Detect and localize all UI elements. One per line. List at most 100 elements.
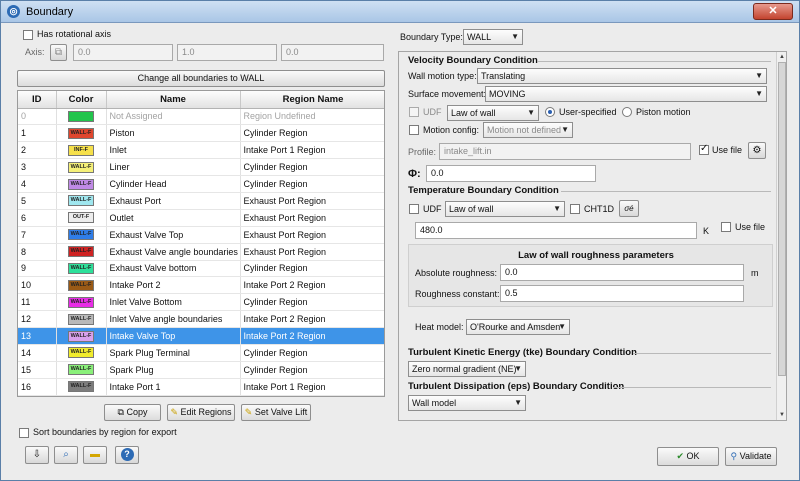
temperature-use-file-checkbox[interactable] [721, 222, 731, 232]
table-row[interactable]: 16 WALL-F Intake Port 1 Intake Port 1 Regio… [18, 378, 384, 396]
table-row[interactable]: 13 WALL-F Intake Valve Top Intake Port 2 Re… [18, 327, 384, 345]
table-row[interactable]: 8 WALL-F Exhaust Valve angle boundaries Exh… [18, 243, 384, 261]
table-row[interactable]: 2 INF-F Inlet Intake Port 1 Region [18, 141, 384, 160]
section-divider [613, 387, 771, 388]
color-swatch[interactable]: WALL-F [68, 195, 94, 207]
heat-model-select[interactable]: O'Rourke and Amsden ▼ [466, 319, 570, 335]
color-swatch[interactable]: WALL-F [68, 364, 94, 376]
cht1d-checkbox[interactable] [570, 204, 580, 214]
table-row[interactable]: 10 WALL-F Intake Port 2 Intake Port 2 Regio… [18, 276, 384, 295]
edit-regions-button[interactable]: ✎ Edit Regions [167, 404, 235, 421]
copy-button[interactable]: ⧉ Copy [104, 404, 161, 421]
table-row[interactable]: 14 WALL-F Spark Plug Terminal Cylinder Regi… [18, 344, 384, 362]
velocity-use-file-checkbox[interactable] [699, 143, 709, 155]
scroll-up-icon[interactable]: ▲ [777, 52, 787, 62]
axis-copy-icon[interactable]: ⧉ [50, 44, 67, 61]
velocity-law-select[interactable]: Law of wall ▼ [447, 105, 539, 121]
phi-input[interactable]: 0.0 [426, 165, 596, 182]
table-row[interactable]: 1 WALL-F Piston Cylinder Region [18, 124, 384, 143]
folder-icon[interactable]: ▬ [83, 446, 107, 464]
wall-motion-select[interactable]: Translating ▼ [477, 68, 767, 84]
cht1d-label: CHT1D [584, 204, 615, 214]
close-icon: ✕ [768, 5, 778, 17]
user-specified-radio[interactable] [545, 107, 555, 117]
velocity-udf-checkbox[interactable] [409, 107, 419, 117]
table-header: ID Color Name Region Name [18, 91, 384, 109]
motion-config-select[interactable]: Motion not defined ▼ [483, 122, 573, 138]
validate-button[interactable]: ⚲ Validate [725, 447, 777, 466]
color-swatch[interactable]: WALL-F [68, 127, 94, 139]
table-row[interactable]: 5 WALL-F Exhaust Port Exhaust Port Region [18, 192, 384, 210]
color-swatch[interactable]: INF-F [68, 144, 94, 156]
rotational-axis-checkbox[interactable] [23, 30, 33, 40]
column-header-region[interactable]: Region Name [240, 91, 384, 109]
row-color: WALL-F [56, 310, 107, 329]
color-swatch[interactable]: WALL-F [68, 347, 94, 359]
browse-file-icon[interactable]: ⚙ [748, 142, 766, 159]
color-swatch[interactable]: WALL-F [68, 296, 94, 308]
color-swatch[interactable] [68, 110, 94, 122]
import-icon[interactable]: ⇩ [25, 446, 49, 464]
cht1d-settings-icon[interactable]: σé [619, 200, 639, 217]
row-color: WALL-F [56, 361, 107, 379]
chevron-down-icon: ▼ [514, 364, 522, 373]
close-button[interactable]: ✕ [753, 3, 793, 20]
table-row[interactable]: 6 OUT-F Outlet Exhaust Port Region [18, 209, 384, 227]
eps-select[interactable]: Wall model ▼ [408, 395, 526, 411]
table-row[interactable]: 4 WALL-F Cylinder Head Cylinder Region [18, 175, 384, 193]
color-swatch[interactable]: WALL-F [68, 262, 94, 274]
color-swatch[interactable]: WALL-F [68, 229, 94, 241]
table-row[interactable]: 15 WALL-F Spark Plug Cylinder Region [18, 361, 384, 379]
table-row[interactable]: 0 Not Assigned Region Undefined [18, 108, 384, 126]
color-swatch[interactable]: WALL-F [68, 330, 94, 342]
color-swatch[interactable]: WALL-F [68, 381, 94, 393]
settings-scrollbar[interactable]: ▲ ▼ [776, 52, 786, 420]
search-icon[interactable]: ⌕ [54, 446, 78, 464]
color-swatch[interactable]: WALL-F [68, 178, 94, 190]
axis-y-input[interactable]: 1.0 [177, 44, 277, 61]
axis-z-input[interactable]: 0.0 [281, 44, 384, 61]
table-row[interactable]: 9 WALL-F Exhaust Valve bottom Cylinder Regi… [18, 260, 384, 278]
color-swatch[interactable]: WALL-F [68, 246, 94, 258]
surface-movement-select[interactable]: MOVING ▼ [485, 86, 767, 102]
motion-config-checkbox[interactable] [409, 125, 419, 135]
table-row[interactable]: 11 WALL-F Inlet Valve Bottom Cylinder Regio… [18, 293, 384, 312]
column-header-color[interactable]: Color [56, 91, 107, 109]
scroll-down-icon[interactable]: ▼ [777, 410, 787, 420]
tke-select[interactable]: Zero normal gradient (NE) ▼ [408, 361, 526, 377]
ok-button[interactable]: ✔ OK [657, 447, 719, 466]
column-header-name[interactable]: Name [106, 91, 241, 109]
row-region: Cylinder Region [240, 158, 384, 177]
temperature-udf-checkbox[interactable] [409, 204, 419, 214]
temperature-law-select[interactable]: Law of wall ▼ [445, 201, 565, 217]
velocity-section-title: Velocity Boundary Condition [408, 55, 538, 66]
table-row[interactable]: 12 WALL-F Inlet Valve angle boundaries Inta… [18, 310, 384, 329]
surface-movement-label: Surface movement: [408, 89, 487, 99]
row-name: Intake Port 1 [106, 378, 241, 396]
roughness-constant-input[interactable]: 0.5 [500, 285, 744, 302]
change-all-to-wall-button[interactable]: Change all boundaries to WALL [17, 70, 385, 87]
temperature-input[interactable]: 480.0 [415, 222, 697, 239]
piston-motion-radio[interactable] [622, 107, 632, 117]
color-swatch[interactable]: OUT-F [68, 212, 94, 224]
velocity-law-value: Law of wall [451, 108, 496, 118]
table-row[interactable]: 3 WALL-F Liner Cylinder Region [18, 158, 384, 177]
set-valve-lift-button[interactable]: ✎ Set Valve Lift [241, 404, 311, 421]
row-name: Exhaust Valve Top [106, 226, 241, 244]
column-header-id[interactable]: ID [18, 91, 57, 109]
profile-input[interactable]: intake_lift.in [439, 143, 691, 160]
color-swatch[interactable]: WALL-F [68, 313, 94, 325]
row-region: Intake Port 2 Region [240, 310, 384, 329]
absolute-roughness-input[interactable]: 0.0 [500, 264, 744, 281]
color-swatch[interactable]: WALL-F [68, 279, 94, 291]
boundary-type-select[interactable]: WALL ▼ [463, 29, 523, 45]
sort-by-region-checkbox[interactable] [19, 428, 29, 438]
heat-model-value: O'Rourke and Amsden [470, 322, 561, 332]
help-icon[interactable]: ? [115, 446, 139, 464]
axis-x-input[interactable]: 0.0 [73, 44, 173, 61]
row-color: WALL-F [56, 327, 107, 345]
table-row[interactable]: 7 WALL-F Exhaust Valve Top Exhaust Port Reg… [18, 226, 384, 244]
scrollbar-thumb[interactable] [778, 62, 786, 376]
color-swatch[interactable]: WALL-F [68, 161, 94, 173]
row-id: 4 [18, 175, 57, 193]
